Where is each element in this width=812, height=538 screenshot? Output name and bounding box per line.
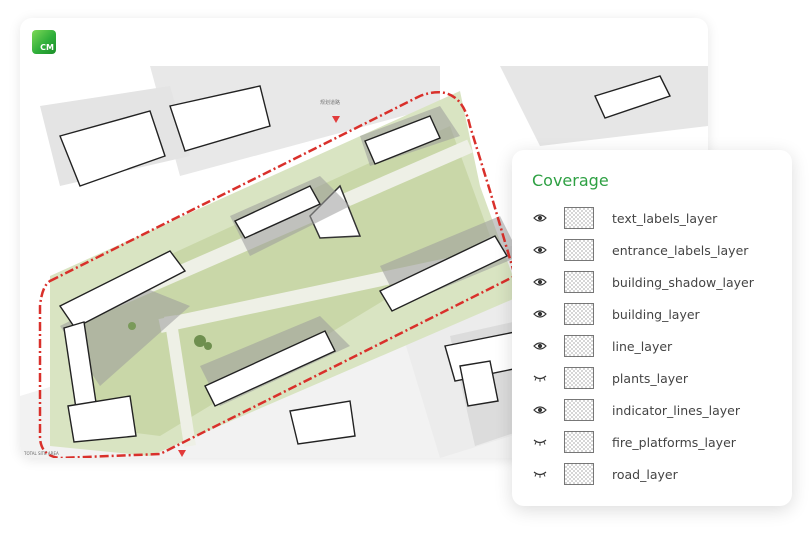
layer-name: indicator_lines_layer [612,402,740,418]
layer-swatch [564,271,594,293]
eye-open-icon[interactable] [532,307,548,321]
app-logo: CM [32,30,56,54]
map-footnote: TOTAL SITE AREA [24,451,59,456]
layer-row-line-layer[interactable]: line_layer [512,330,792,362]
layer-row-indicator-lines-layer[interactable]: indicator_lines_layer [512,394,792,426]
layer-name: building_shadow_layer [612,274,754,290]
panel-title: Coverage [532,171,609,190]
road-label: 规划道路 [320,99,340,106]
layer-row-building-layer[interactable]: building_layer [512,298,792,330]
eye-open-icon[interactable] [532,275,548,289]
layer-swatch [564,431,594,453]
layer-name: line_layer [612,338,673,354]
layer-swatch [564,399,594,421]
layer-name: fire_platforms_layer [612,434,736,450]
layer-row-road-layer[interactable]: road_layer [512,458,792,490]
layer-coverage-panel: Coverage text_labels_layer entrance_label… [512,150,792,506]
layer-row-entrance-labels-layer[interactable]: entrance_labels_layer [512,234,792,266]
eye-closed-icon[interactable] [532,435,548,449]
layer-name: road_layer [612,466,678,482]
eye-open-icon[interactable] [532,243,548,257]
eye-open-icon[interactable] [532,211,548,225]
layer-row-fire-platforms-layer[interactable]: fire_platforms_layer [512,426,792,458]
layer-swatch [564,367,594,389]
layer-swatch [564,303,594,325]
layer-swatch [564,463,594,485]
layer-name: text_labels_layer [612,210,718,226]
layer-swatch [564,239,594,261]
eye-closed-icon[interactable] [532,467,548,481]
layer-swatch [564,207,594,229]
eye-closed-icon[interactable] [532,371,548,385]
layer-row-plants-layer[interactable]: plants_layer [512,362,792,394]
layer-name: plants_layer [612,370,689,386]
layer-row-building-shadow-layer[interactable]: building_shadow_layer [512,266,792,298]
layer-swatch [564,335,594,357]
layer-row-text-labels-layer[interactable]: text_labels_layer [512,202,792,234]
eye-open-icon[interactable] [532,403,548,417]
layer-list: text_labels_layer entrance_labels_layerbu… [512,202,792,490]
layer-name: entrance_labels_layer [612,242,749,258]
eye-open-icon[interactable] [532,339,548,353]
layer-name: building_layer [612,306,700,322]
